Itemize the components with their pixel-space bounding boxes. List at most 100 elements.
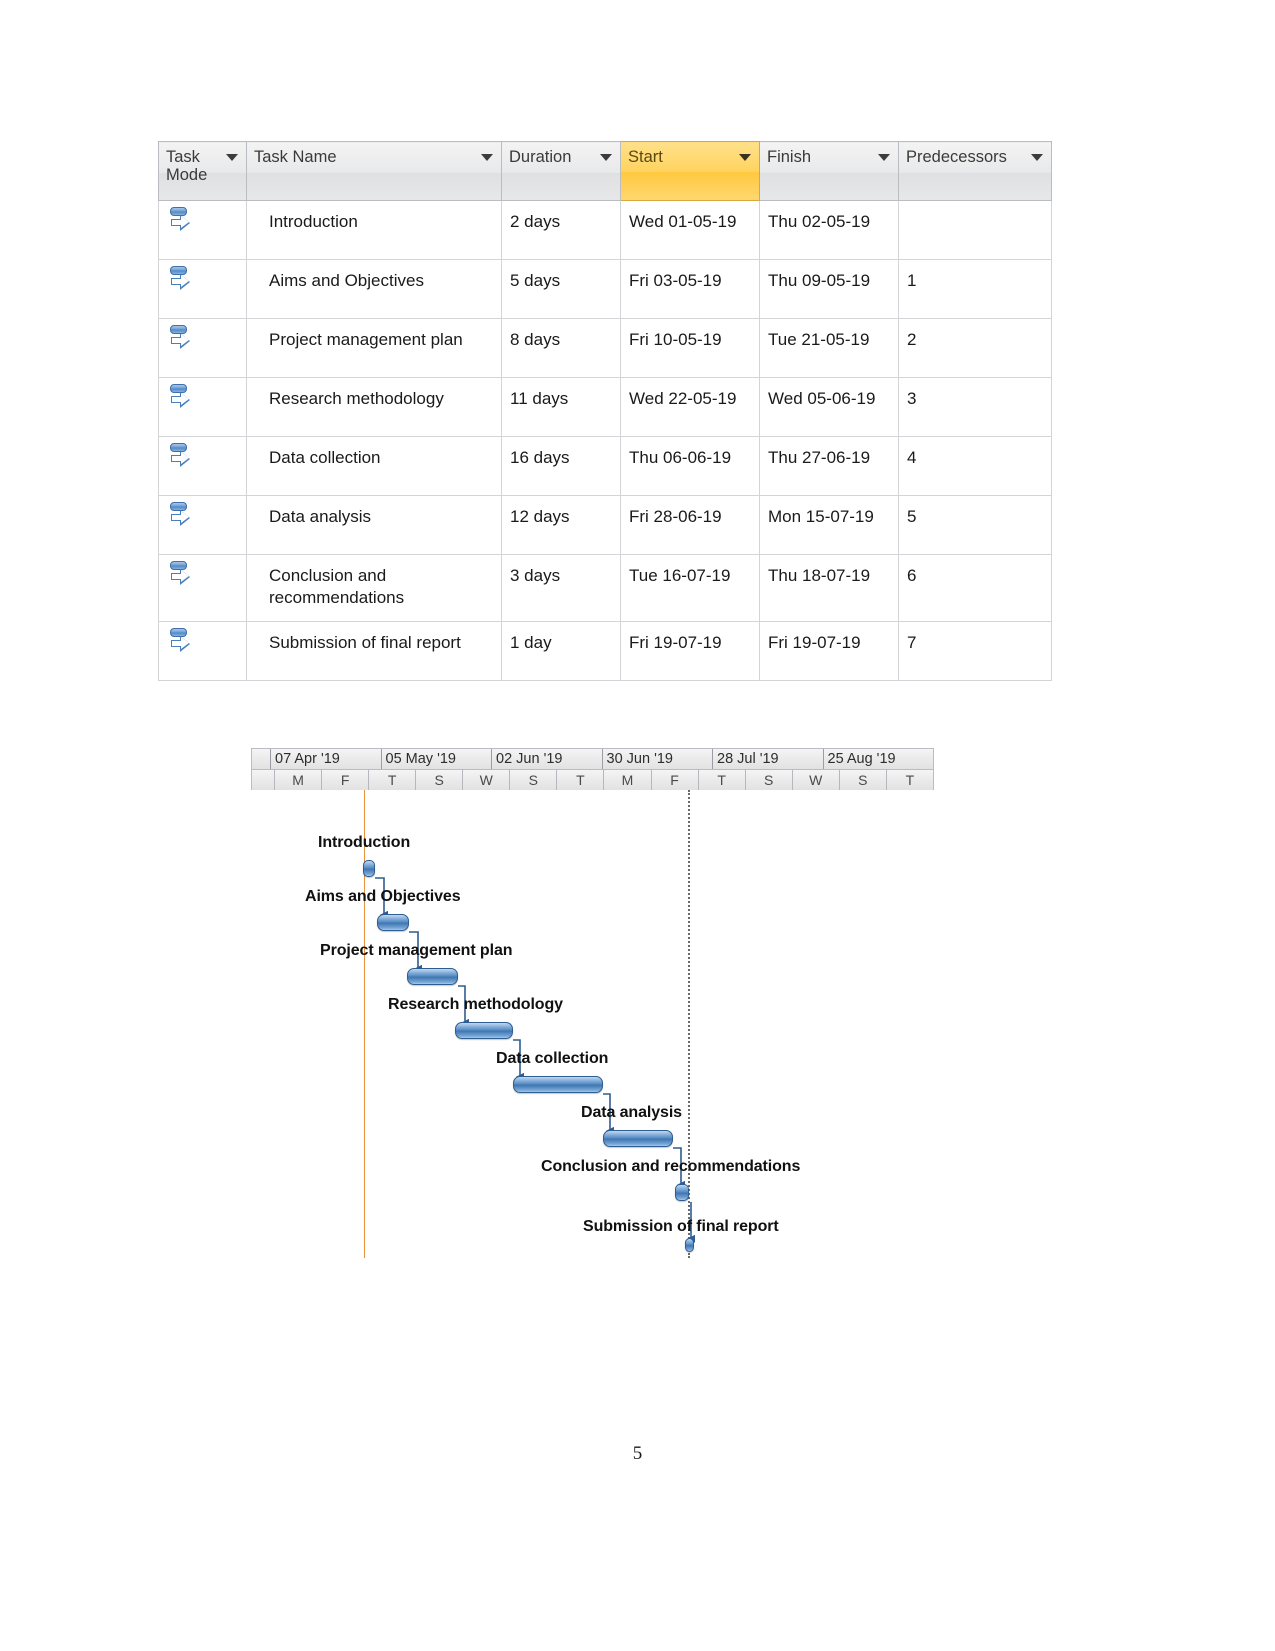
cell-task-name[interactable]: Project management plan: [246, 318, 502, 378]
cell-start[interactable]: Wed 01-05-19: [620, 200, 760, 260]
column-header-task-name[interactable]: Task Name: [246, 141, 502, 201]
gantt-plot-area: Introduction Aims and Objectives Project…: [251, 790, 934, 1258]
cell-finish[interactable]: Wed 05-06-19: [759, 377, 899, 437]
cell-predecessors[interactable]: 6: [898, 554, 1052, 622]
cell-duration[interactable]: 3 days: [501, 554, 621, 622]
table-row[interactable]: Project management plan 8 days Fri 10-05-1…: [158, 318, 1052, 378]
column-header-finish[interactable]: Finish: [759, 141, 899, 201]
gantt-bar-conclusion-and-recommendations[interactable]: [675, 1184, 689, 1201]
auto-schedule-icon: [169, 561, 191, 587]
cell-finish[interactable]: Thu 18-07-19: [759, 554, 899, 622]
cell-start[interactable]: Fri 28-06-19: [620, 495, 760, 555]
cell-task-mode[interactable]: [158, 436, 247, 496]
column-header-predecessors[interactable]: Predecessors: [898, 141, 1052, 201]
cell-task-name[interactable]: Data collection: [246, 436, 502, 496]
timeline-minor-tick: S: [838, 770, 886, 790]
gantt-bar-submission-of-final-report[interactable]: [685, 1238, 694, 1252]
table-row[interactable]: Data analysis 12 days Fri 28-06-19 Mon 15-0…: [158, 495, 1052, 555]
filter-dropdown-icon[interactable]: [600, 154, 612, 161]
cell-task-name[interactable]: Submission of final report: [246, 621, 502, 681]
column-header-task-mode[interactable]: Task Mode: [158, 141, 247, 201]
cell-predecessors[interactable]: [898, 200, 1052, 260]
cell-task-name[interactable]: Research methodology: [246, 377, 502, 437]
cell-predecessors[interactable]: 2: [898, 318, 1052, 378]
cell-finish[interactable]: Thu 27-06-19: [759, 436, 899, 496]
timeline-major-tick: 07 Apr '19: [270, 749, 381, 769]
timeline-minor-tick: T: [697, 770, 745, 790]
cell-finish[interactable]: Thu 02-05-19: [759, 200, 899, 260]
auto-schedule-icon: [169, 207, 191, 233]
gantt-bar-data-collection[interactable]: [513, 1076, 603, 1093]
gantt-bar-research-methodology[interactable]: [455, 1022, 513, 1039]
gantt-bar-aims-and-objectives[interactable]: [377, 914, 409, 931]
cell-task-mode[interactable]: [158, 495, 247, 555]
cell-duration[interactable]: 8 days: [501, 318, 621, 378]
gantt-bar-introduction[interactable]: [363, 860, 375, 877]
cell-duration[interactable]: 16 days: [501, 436, 621, 496]
timeline-major-lead: [252, 749, 270, 769]
cell-predecessors[interactable]: 4: [898, 436, 1052, 496]
filter-dropdown-icon[interactable]: [1031, 154, 1043, 161]
column-header-label: Start: [628, 148, 663, 166]
cell-predecessors[interactable]: 5: [898, 495, 1052, 555]
filter-dropdown-icon[interactable]: [226, 154, 238, 161]
cell-task-mode[interactable]: [158, 377, 247, 437]
page-number: 5: [632, 1443, 643, 1464]
gantt-bar-data-analysis[interactable]: [603, 1130, 673, 1147]
gantt-timeline-header: 07 Apr '19 05 May '19 02 Jun '19 30 Jun '19…: [251, 748, 934, 791]
cell-start[interactable]: Wed 22-05-19: [620, 377, 760, 437]
cell-start[interactable]: Thu 06-06-19: [620, 436, 760, 496]
cell-task-mode[interactable]: [158, 318, 247, 378]
filter-dropdown-icon[interactable]: [878, 154, 890, 161]
gantt-label-introduction: Introduction: [318, 834, 411, 851]
table-row[interactable]: Data collection 16 days Thu 06-06-19 Thu 27…: [158, 436, 1052, 496]
cell-predecessors[interactable]: 7: [898, 621, 1052, 681]
cell-task-mode[interactable]: [158, 200, 247, 260]
table-row[interactable]: Aims and Objectives 5 days Fri 03-05-19 Thu…: [158, 259, 1052, 319]
gantt-label-aims-and-objectives: Aims and Objectives: [305, 888, 461, 905]
timeline-major-tick: 05 May '19: [380, 749, 492, 769]
column-header-duration[interactable]: Duration: [501, 141, 621, 201]
gantt-bar-project-management-plan[interactable]: [407, 968, 458, 985]
cell-finish[interactable]: Tue 21-05-19: [759, 318, 899, 378]
cell-duration[interactable]: 1 day: [501, 621, 621, 681]
timeline-major-tick: 30 Jun '19: [601, 749, 713, 769]
cell-finish[interactable]: Fri 19-07-19: [759, 621, 899, 681]
table-row[interactable]: Conclusion and recommendations 3 days Tue …: [158, 554, 1052, 622]
cell-finish[interactable]: Thu 09-05-19: [759, 259, 899, 319]
gantt-link-lines: [375, 877, 695, 1243]
cell-finish[interactable]: Mon 15-07-19: [759, 495, 899, 555]
filter-dropdown-icon[interactable]: [481, 154, 493, 161]
timeline-minor-tick: T: [556, 770, 603, 790]
gantt-chart: 07 Apr '19 05 May '19 02 Jun '19 30 Jun '19…: [251, 748, 934, 1258]
timeline-major-row: 07 Apr '19 05 May '19 02 Jun '19 30 Jun '19…: [251, 748, 934, 770]
gantt-label-data-collection: Data collection: [496, 1050, 609, 1067]
table-row[interactable]: Introduction 2 days Wed 01-05-19 Thu 02-05-…: [158, 200, 1052, 260]
cell-predecessors[interactable]: 3: [898, 377, 1052, 437]
cell-task-name[interactable]: Aims and Objectives: [246, 259, 502, 319]
cell-start[interactable]: Fri 19-07-19: [620, 621, 760, 681]
table-row[interactable]: Submission of final report 1 day Fri 19-07…: [158, 621, 1052, 681]
cell-predecessors[interactable]: 1: [898, 259, 1052, 319]
column-header-start[interactable]: Start: [620, 141, 760, 201]
cell-task-mode[interactable]: [158, 259, 247, 319]
cell-duration[interactable]: 5 days: [501, 259, 621, 319]
timeline-minor-tick: W: [791, 770, 839, 790]
gantt-label-research-methodology: Research methodology: [388, 996, 563, 1013]
cell-duration[interactable]: 12 days: [501, 495, 621, 555]
timeline-minor-tick: F: [650, 770, 698, 790]
cell-duration[interactable]: 2 days: [501, 200, 621, 260]
table-row[interactable]: Research methodology 11 days Wed 22-05-19 W…: [158, 377, 1052, 437]
cell-duration[interactable]: 11 days: [501, 377, 621, 437]
cell-task-name[interactable]: Introduction: [246, 200, 502, 260]
cell-task-name[interactable]: Data analysis: [246, 495, 502, 555]
cell-task-mode[interactable]: [158, 621, 247, 681]
cell-start[interactable]: Fri 03-05-19: [620, 259, 760, 319]
cell-start[interactable]: Fri 10-05-19: [620, 318, 760, 378]
cell-task-mode[interactable]: [158, 554, 247, 622]
timeline-minor-tick: W: [462, 770, 509, 790]
filter-dropdown-icon[interactable]: [739, 154, 751, 161]
cell-start[interactable]: Tue 16-07-19: [620, 554, 760, 622]
auto-schedule-icon: [169, 627, 191, 654]
cell-task-name[interactable]: Conclusion and recommendations: [246, 554, 502, 622]
